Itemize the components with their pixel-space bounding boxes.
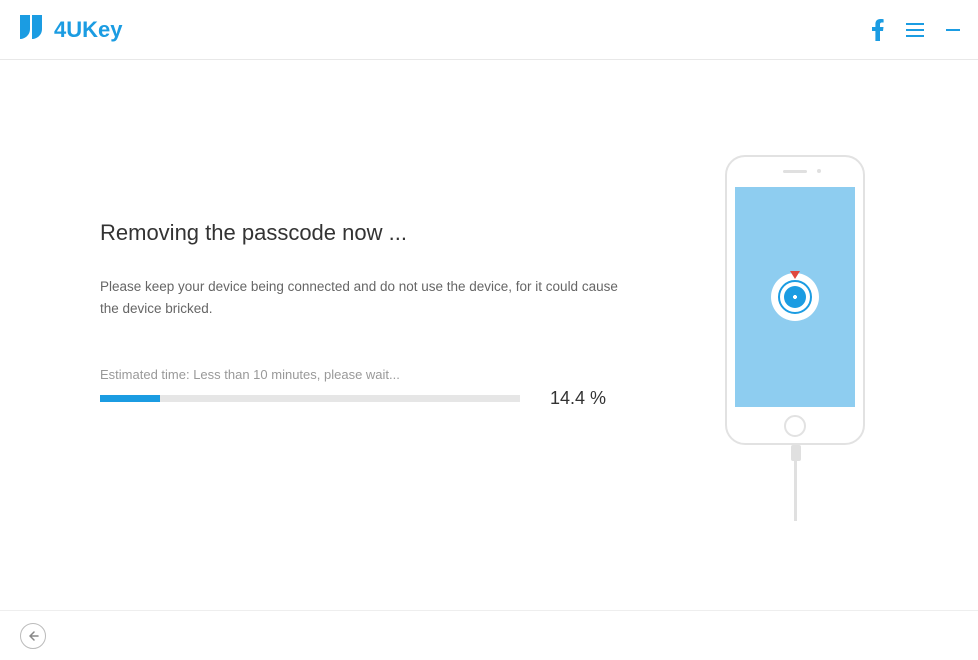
brand: 4UKey <box>18 13 122 46</box>
status-panel: Removing the passcode now ... Please kee… <box>100 220 620 409</box>
content: Removing the passcode now ... Please kee… <box>0 60 978 610</box>
device-illustration <box>725 155 865 515</box>
compass-ring-icon <box>778 280 812 314</box>
phone-icon <box>725 155 865 445</box>
compass-pointer-icon <box>790 271 800 279</box>
phone-camera-icon <box>817 169 821 173</box>
minimize-icon[interactable] <box>946 19 960 41</box>
facebook-icon[interactable] <box>872 19 884 41</box>
cable-wire-icon <box>794 461 797 521</box>
progress-percent: 14.4 % <box>550 388 606 409</box>
compass-cog-icon <box>784 286 806 308</box>
app-name: 4UKey <box>54 17 122 43</box>
estimated-time-label: Estimated time: Less than 10 minutes, pl… <box>100 367 620 382</box>
menu-icon[interactable] <box>906 19 924 41</box>
back-button[interactable] <box>20 623 46 649</box>
progress-bar <box>100 395 520 402</box>
titlebar: 4UKey <box>0 0 978 60</box>
arrow-left-icon <box>27 630 39 642</box>
status-instruction: Please keep your device being connected … <box>100 276 620 319</box>
phone-home-icon <box>784 415 806 437</box>
cable-icon <box>791 445 799 515</box>
compass-icon <box>771 273 819 321</box>
footer <box>0 610 978 660</box>
phone-screen-icon <box>735 187 855 407</box>
app-logo-icon <box>18 13 44 46</box>
cable-plug-icon <box>791 445 801 461</box>
progress-fill <box>100 395 160 402</box>
window-controls <box>872 19 960 41</box>
status-heading: Removing the passcode now ... <box>100 220 620 246</box>
phone-speaker-icon <box>783 170 807 173</box>
progress-row: 14.4 % <box>100 388 620 409</box>
